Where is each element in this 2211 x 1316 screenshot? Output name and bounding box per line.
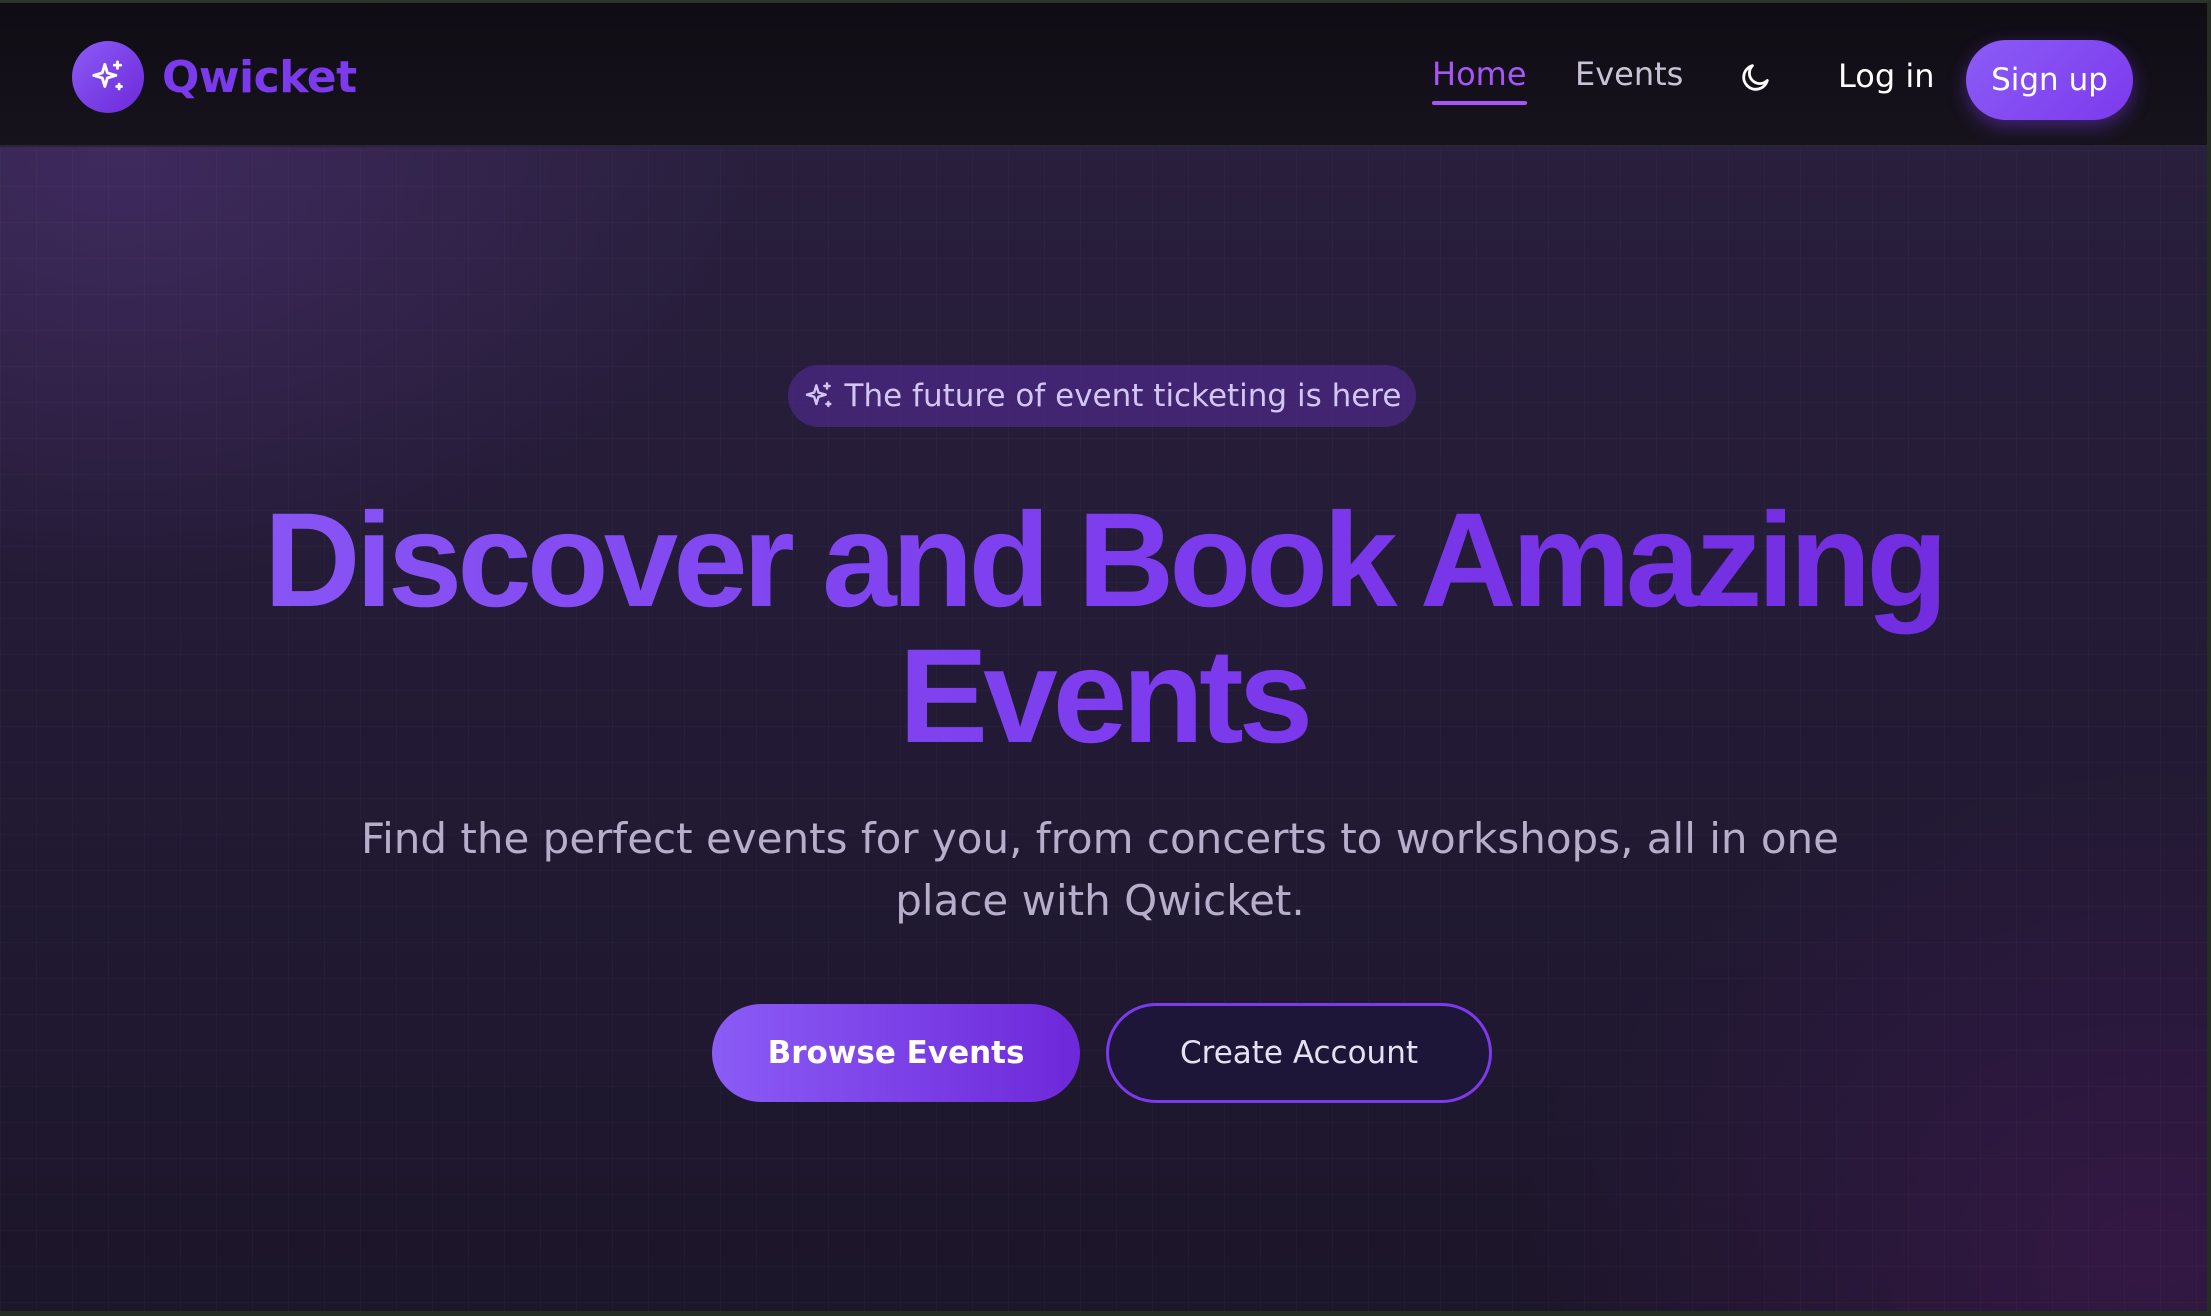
moon-icon <box>1742 64 1769 91</box>
brand-name: Qwicket <box>162 51 357 103</box>
login-link[interactable]: Log in <box>1838 57 1935 95</box>
badge-text: The future of event ticketing is here <box>844 378 1402 414</box>
sparkles-icon <box>72 41 144 113</box>
nav-link-home[interactable]: Home <box>1432 55 1527 105</box>
theme-toggle-button[interactable] <box>1736 57 1776 97</box>
nav-link-events[interactable]: Events <box>1575 55 1683 93</box>
headline-line-2: Events <box>898 622 1309 771</box>
hero-headline: Discover and Book Amazing Events <box>0 493 2207 765</box>
create-account-button[interactable]: Create Account <box>1106 1003 1492 1103</box>
headline-line-1: Discover and Book Amazing <box>263 486 1944 635</box>
sparkles-icon <box>803 380 835 412</box>
signup-button[interactable]: Sign up <box>1966 40 2133 120</box>
app-window: Qwicket Home Events Log in Sign up The f… <box>0 0 2211 1316</box>
announcement-badge: The future of event ticketing is here <box>788 365 1416 427</box>
browse-events-button[interactable]: Browse Events <box>712 1004 1080 1102</box>
brand-link[interactable]: Qwicket <box>72 41 357 113</box>
hero-subtitle: Find the perfect events for you, from co… <box>360 814 1840 925</box>
navbar: Qwicket Home Events Log in Sign up <box>0 3 2207 147</box>
